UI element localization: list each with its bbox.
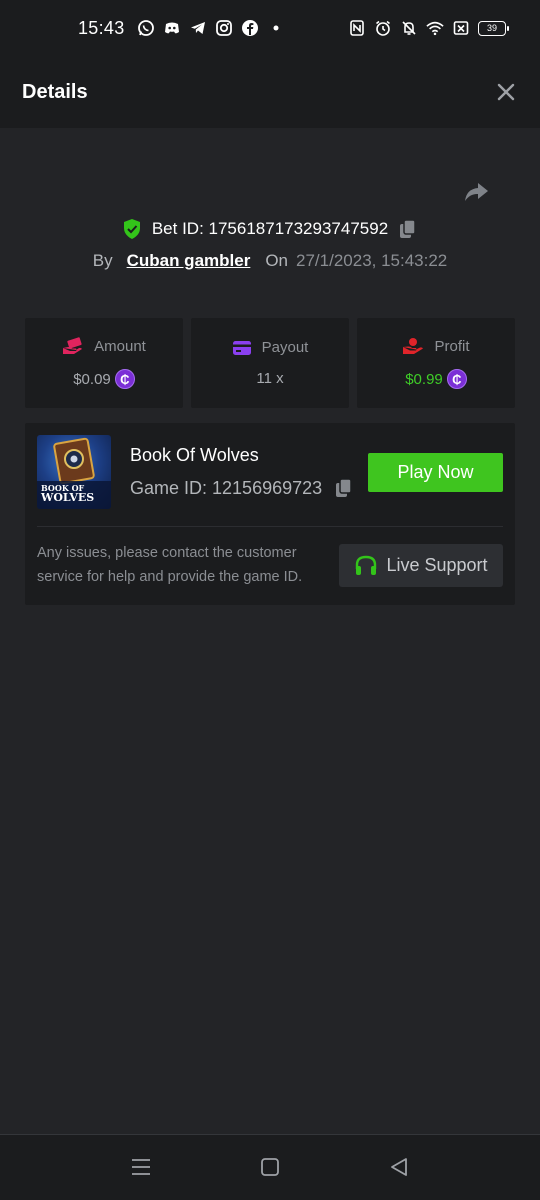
verified-shield-icon xyxy=(122,218,142,240)
bet-id-row: Bet ID: 1756187173293747592 xyxy=(0,215,540,243)
game-id: Game ID: 12156969723 xyxy=(130,477,323,498)
details-header: Details xyxy=(0,56,540,128)
game-id-row: Game ID: 12156969723 xyxy=(130,477,354,499)
home-icon[interactable] xyxy=(258,1155,282,1179)
menu-icon[interactable] xyxy=(129,1155,153,1179)
telegram-icon xyxy=(189,19,207,37)
amount-value: $0.09 xyxy=(73,370,111,388)
bet-id: Bet ID: 1756187173293747592 xyxy=(151,219,389,238)
payout-label: Payout xyxy=(261,339,309,356)
alarm-icon xyxy=(374,19,392,37)
status-time: 15:43 xyxy=(78,17,125,38)
sim-off-icon xyxy=(452,19,470,37)
bet-author-row: By Cuban gambler On 27/1/2023, 15:43:22 xyxy=(0,248,540,274)
game-thumbnail[interactable]: BOOK OF WOLVES xyxy=(37,435,111,509)
copy-game-id-icon[interactable] xyxy=(334,477,354,499)
nfc-icon xyxy=(348,19,366,37)
bet-stats: Amount $0.09 ₵ Payout 11 x Profit $0.99 … xyxy=(25,318,515,408)
profit-value: $0.99 xyxy=(405,370,443,388)
amount-card: Amount $0.09 ₵ xyxy=(25,318,183,408)
payout-value: 11 x xyxy=(256,370,284,387)
coin-icon: ₵ xyxy=(114,369,135,389)
play-now-button[interactable]: Play Now xyxy=(368,453,503,492)
copy-bet-id-icon[interactable] xyxy=(398,218,418,240)
page-title: Details xyxy=(22,80,88,103)
back-icon[interactable] xyxy=(387,1155,411,1179)
by-label: By xyxy=(92,251,113,270)
live-support-button[interactable]: Live Support xyxy=(339,544,503,587)
system-icons: 39 xyxy=(348,19,509,37)
close-icon[interactable] xyxy=(494,80,518,104)
profit-card: Profit $0.99 ₵ xyxy=(357,318,515,408)
game-name: Book Of Wolves xyxy=(130,445,259,465)
user-link[interactable]: Cuban gambler xyxy=(127,251,251,271)
whatsapp-icon xyxy=(137,19,155,37)
dot-icon xyxy=(267,19,285,37)
notification-icons xyxy=(137,19,285,37)
on-label: On xyxy=(265,251,289,270)
facebook-icon xyxy=(241,19,259,37)
battery-icon: 39 xyxy=(478,20,509,36)
instagram-icon xyxy=(215,19,233,37)
wifi-icon xyxy=(426,19,444,37)
game-card: BOOK OF WOLVES Book Of Wolves Game ID: 1… xyxy=(25,423,515,605)
live-support-label: Live Support xyxy=(386,555,488,575)
discord-icon xyxy=(163,19,181,37)
system-nav-bar xyxy=(0,1134,540,1200)
thumb-title-line-2: WOLVES xyxy=(41,491,95,504)
headset-icon xyxy=(354,554,378,578)
divider xyxy=(37,526,503,527)
status-bar: 15:43 39 xyxy=(0,0,540,56)
mute-icon xyxy=(400,19,418,37)
card-icon xyxy=(232,340,252,356)
profit-label: Profit xyxy=(434,337,470,355)
support-text: Any issues, please contact the customer … xyxy=(37,545,303,585)
bet-date: 27/1/2023, 15:43:22 xyxy=(296,251,448,270)
amount-label: Amount xyxy=(94,337,146,355)
coin-icon: ₵ xyxy=(446,369,467,389)
payout-card: Payout 11 x xyxy=(191,318,349,408)
share-icon[interactable] xyxy=(462,178,490,206)
money-hand-icon xyxy=(62,337,84,355)
profit-hand-icon xyxy=(402,337,424,355)
